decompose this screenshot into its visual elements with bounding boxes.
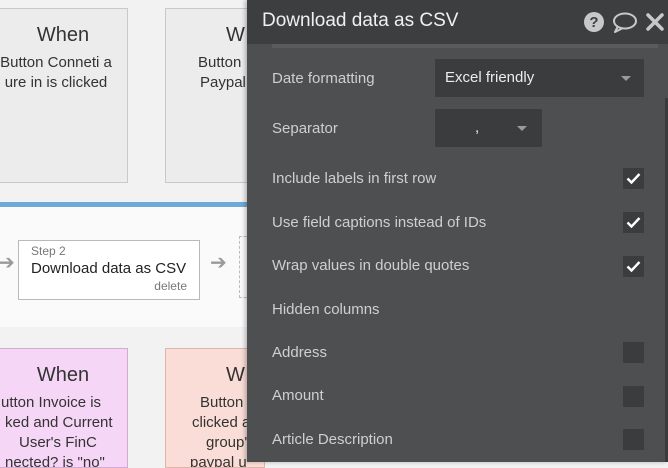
event-card-invoice[interactable]: When utton Invoice is ked and Current Us…: [0, 348, 128, 468]
wrap-values-label: Wrap values in double quotes: [272, 257, 470, 274]
event-when-label: When: [36, 364, 90, 386]
step-number-label: Step 2: [31, 244, 66, 258]
use-field-captions-label: Use field captions instead of IDs: [272, 214, 487, 231]
comment-icon[interactable]: [612, 11, 637, 33]
close-icon[interactable]: [645, 11, 667, 33]
column-amount-label: Amount: [272, 387, 324, 404]
scroll-fade: [272, 44, 658, 48]
include-labels-label: Include labels in first row: [272, 170, 437, 187]
separator-value: ,: [475, 119, 480, 136]
event-when-label: When: [36, 24, 90, 46]
column-article-description-label: Article Description: [272, 431, 393, 448]
include-labels-checkbox[interactable]: [623, 168, 644, 189]
use-field-captions-checkbox[interactable]: [623, 212, 644, 233]
workflow-step-2[interactable]: Step 2 Download data as CSV delete: [18, 240, 200, 300]
step-title: Download data as CSV: [31, 260, 187, 277]
chevron-down-icon: [517, 126, 527, 131]
step-delete-link[interactable]: delete: [154, 279, 187, 293]
property-editor-panel: Download data as CSV ? Date formatting E…: [247, 0, 668, 462]
event-card-connect[interactable]: When Button Conneti a ure in is clicked: [0, 8, 128, 183]
arrow-right-icon: ➔: [210, 252, 227, 274]
chevron-down-icon: [621, 76, 631, 81]
separator-label: Separator: [272, 120, 338, 137]
panel-header: Download data as CSV ?: [247, 0, 668, 44]
date-formatting-dropdown[interactable]: Excel friendly: [435, 59, 644, 97]
arrow-right-icon: ➔: [0, 252, 15, 274]
separator-dropdown[interactable]: ,: [435, 109, 542, 147]
date-formatting-value: Excel friendly: [445, 69, 535, 86]
wrap-values-checkbox[interactable]: [623, 256, 644, 277]
column-article-description-checkbox[interactable]: [623, 429, 644, 450]
panel-title: Download data as CSV: [262, 10, 459, 31]
date-formatting-label: Date formatting: [272, 70, 375, 87]
workflow-steps-band: ➔ Step 2 Download data as CSV delete ➔: [0, 202, 270, 327]
event-description: utton Invoice is ked and Current User's …: [1, 394, 113, 468]
svg-text:?: ?: [589, 14, 598, 31]
event-description: Button Conneti a ure in is clicked: [0, 54, 112, 91]
column-address-label: Address: [272, 344, 328, 361]
column-amount-checkbox[interactable]: [623, 386, 644, 407]
hidden-columns-heading: Hidden columns: [272, 301, 380, 318]
help-icon[interactable]: ?: [583, 11, 605, 33]
column-address-checkbox[interactable]: [623, 342, 644, 363]
